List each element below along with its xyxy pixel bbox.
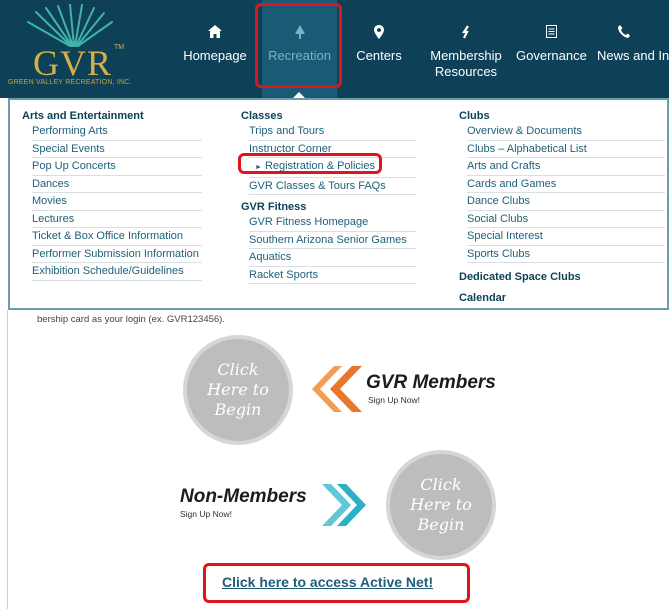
nav-label: News and Info [597,48,669,63]
home-icon [208,25,222,38]
nav-membership-resources[interactable]: Membership Resources [424,0,508,98]
menu-link-dances[interactable]: Dances [32,176,202,193]
document-icon [545,25,557,38]
teal-chevrons-icon [322,484,366,526]
circle-line: Here to [410,495,472,514]
arts-column: Arts and Entertainment Performing Arts S… [22,110,202,281]
gvr-members-subtitle: Sign Up Now! [368,395,420,405]
recreation-dropdown-menu: Arts and Entertainment Performing Arts S… [8,98,669,310]
page-left-border [0,310,8,609]
menu-link-dance-clubs[interactable]: Dance Clubs [467,193,665,211]
classes-column: Classes Trips and Tours Instructor Corne… [241,110,416,284]
menu-link-cards-and-games[interactable]: Cards and Games [467,176,665,193]
gvr-members-title[interactable]: GVR Members [366,372,496,394]
nav-homepage[interactable]: Homepage [182,0,248,98]
menu-link-trips-and-tours[interactable]: Trips and Tours [249,123,416,141]
menu-link-classes-tours-faqs[interactable]: GVR Classes & Tours FAQs [249,178,416,195]
active-net-highlight-box [203,563,470,603]
circle-line: Click [217,360,259,379]
phone-icon [618,25,630,38]
registration-highlight-box [238,153,382,174]
menu-link-performing-arts[interactable]: Performing Arts [32,123,202,141]
menu-link-arts-and-crafts[interactable]: Arts and Crafts [467,158,665,176]
menu-link-movies[interactable]: Movies [32,193,202,211]
menu-link-clubs-alphabetical[interactable]: Clubs – Alphabetical List [467,141,665,158]
menu-link-performer-submission[interactable]: Performer Submission Information [32,246,202,263]
non-members-click-here-button[interactable]: Click Here to Begin [386,450,496,560]
logo-trademark: TM [114,44,125,51]
menu-link-exhibition-schedule[interactable]: Exhibition Schedule/Guidelines [32,263,202,281]
dedicated-space-clubs-link[interactable]: Dedicated Space Clubs [459,271,665,284]
non-members-subtitle: Sign Up Now! [180,509,232,519]
members-click-here-button[interactable]: Click Here to Begin [183,335,293,445]
menu-link-overview-documents[interactable]: Overview & Documents [467,123,665,141]
nav-centers[interactable]: Centers [350,0,408,98]
orange-chevrons-icon [312,366,362,412]
classes-heading: Classes [241,110,283,122]
dollar-icon [461,25,469,39]
menu-link-racket-sports[interactable]: Racket Sports [249,267,416,284]
logo-wordmark: GVR [33,43,113,83]
circle-line: Begin [214,400,262,419]
menu-link-lectures[interactable]: Lectures [32,211,202,228]
clubs-column: Clubs Overview & Documents Clubs – Alpha… [459,110,665,305]
circle-line: Click [420,475,462,494]
menu-link-sports-clubs[interactable]: Sports Clubs [467,246,665,263]
fitness-heading: GVR Fitness [241,201,307,213]
nav-news-and-info[interactable]: News and Info [592,0,669,98]
non-members-title[interactable]: Non-Members [180,486,307,508]
nav-governance[interactable]: Governance [516,0,587,98]
menu-link-fitness-homepage[interactable]: GVR Fitness Homepage [249,214,416,232]
clubs-heading: Clubs [459,110,490,122]
nav-label: Homepage [183,48,247,63]
logo-tagline: GREEN VALLEY RECREATION, INC. [8,79,132,86]
recreation-highlight-box [255,3,342,88]
menu-link-senior-games[interactable]: Southern Arizona Senior Games [249,232,416,249]
circle-line: Here to [207,380,269,399]
nav-label: Centers [356,48,402,63]
calendar-link[interactable]: Calendar [459,292,665,305]
nav-label: Governance [516,48,587,63]
menu-link-special-interest[interactable]: Special Interest [467,228,665,246]
arts-heading: Arts and Entertainment [22,110,144,122]
menu-link-pop-up-concerts[interactable]: Pop Up Concerts [32,158,202,176]
menu-link-special-events[interactable]: Special Events [32,141,202,158]
menu-link-ticket-box-office[interactable]: Ticket & Box Office Information [32,228,202,246]
menu-link-social-clubs[interactable]: Social Clubs [467,211,665,228]
menu-link-aquatics[interactable]: Aquatics [249,249,416,267]
login-hint-text: bership card as your login (ex. GVR12345… [37,314,225,325]
nav-label: Membership Resources [430,48,502,79]
map-pin-icon [374,25,384,39]
circle-line: Begin [417,515,465,534]
gvr-logo[interactable]: GVR TM GREEN VALLEY RECREATION, INC. [6,4,156,92]
top-navigation-bar: GVR TM GREEN VALLEY RECREATION, INC. Hom… [0,0,669,98]
